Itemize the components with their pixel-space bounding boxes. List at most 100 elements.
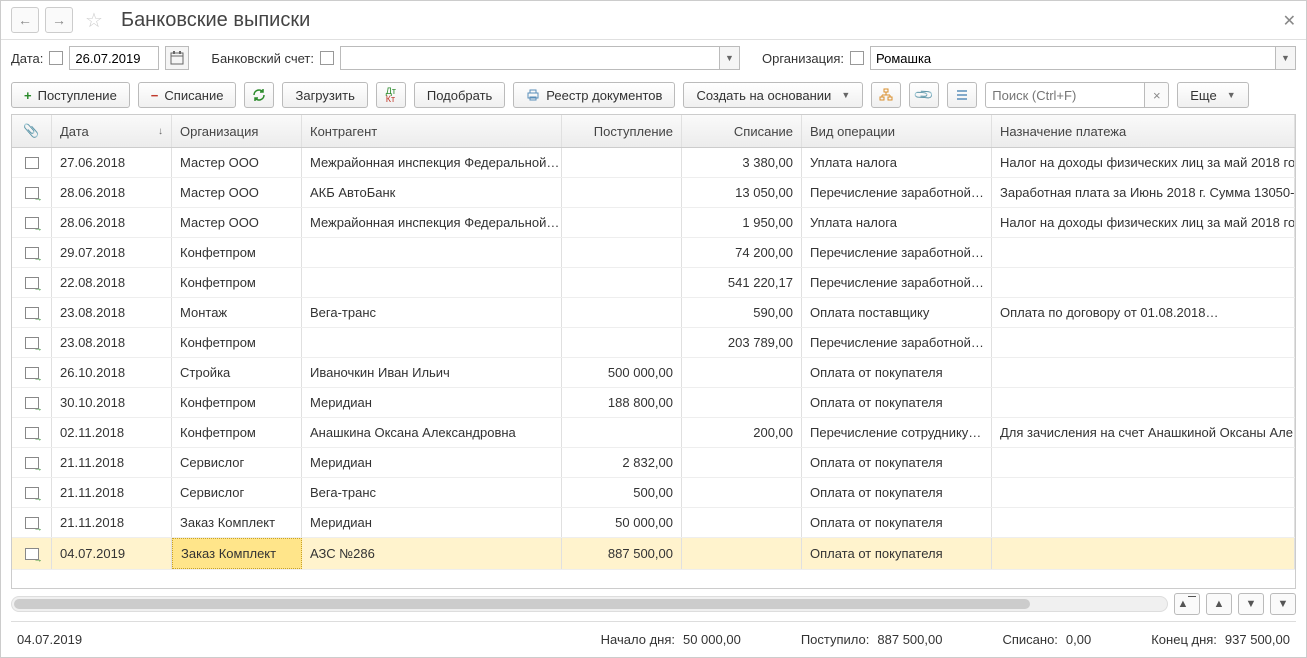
- cell-org: Стройка: [172, 358, 302, 387]
- more-button[interactable]: Еще▼: [1177, 82, 1248, 108]
- table-row[interactable]: 23.08.2018МонтажВега-транс590,00Оплата п…: [12, 298, 1295, 328]
- cell-operation: Перечисление заработной…: [802, 268, 992, 297]
- nav-back-button[interactable]: ←: [11, 7, 39, 33]
- column-attachment[interactable]: 📎: [12, 115, 52, 147]
- cell-date: 30.10.2018: [52, 388, 172, 417]
- cell-agent: Меридиан: [302, 388, 562, 417]
- load-button[interactable]: Загрузить: [282, 82, 367, 108]
- cell-description: [992, 388, 1295, 417]
- cell-incoming: [562, 178, 682, 207]
- org-filter-label: Организация:: [762, 51, 844, 66]
- table-row[interactable]: 29.07.2018Конфетпром74 200,00Перечислени…: [12, 238, 1295, 268]
- cell-operation: Уплата налога: [802, 208, 992, 237]
- status-out-value: 0,00: [1066, 632, 1091, 647]
- scroll-up-icon[interactable]: ▲: [1206, 593, 1232, 615]
- cell-org: Заказ Комплект: [172, 508, 302, 537]
- cell-date: 02.11.2018: [52, 418, 172, 447]
- structure-icon[interactable]: [871, 82, 901, 108]
- cell-date: 23.08.2018: [52, 328, 172, 357]
- cell-agent: [302, 268, 562, 297]
- pick-button[interactable]: Подобрать: [414, 82, 505, 108]
- incoming-button[interactable]: +Поступление: [11, 82, 130, 108]
- org-filter-checkbox[interactable]: [850, 51, 864, 65]
- scroll-top-icon[interactable]: ▲: [1174, 593, 1200, 615]
- column-operation[interactable]: Вид операции: [802, 115, 992, 147]
- table-row[interactable]: 28.06.2018Мастер ОООАКБ АвтоБанк13 050,0…: [12, 178, 1295, 208]
- paperclip-icon: 📎: [23, 123, 39, 139]
- cell-org: Конфетпром: [172, 388, 302, 417]
- cell-outgoing: 3 380,00: [682, 148, 802, 177]
- column-org[interactable]: Организация: [172, 115, 302, 147]
- favorite-star-icon[interactable]: ☆: [85, 8, 103, 33]
- table-row[interactable]: 27.06.2018Мастер ОООМежрайонная инспекци…: [12, 148, 1295, 178]
- nav-forward-button[interactable]: →: [45, 7, 73, 33]
- column-date[interactable]: Дата↓: [52, 115, 172, 147]
- table-row[interactable]: 21.11.2018Заказ КомплектМеридиан50 000,0…: [12, 508, 1295, 538]
- column-description[interactable]: Назначение платежа: [992, 115, 1295, 147]
- cell-description: [992, 358, 1295, 387]
- status-out-label: Списано:: [1002, 632, 1057, 647]
- table-row[interactable]: 22.08.2018Конфетпром541 220,17Перечислен…: [12, 268, 1295, 298]
- account-filter-checkbox[interactable]: [320, 51, 334, 65]
- table-row[interactable]: 21.11.2018СервислогВега-транс500,00Оплат…: [12, 478, 1295, 508]
- table-row[interactable]: 23.08.2018Конфетпром203 789,00Перечислен…: [12, 328, 1295, 358]
- cell-incoming: 2 832,00: [562, 448, 682, 477]
- calendar-icon[interactable]: [165, 46, 189, 70]
- cell-date: 21.11.2018: [52, 448, 172, 477]
- table-row[interactable]: 30.10.2018КонфетпромМеридиан188 800,00Оп…: [12, 388, 1295, 418]
- create-based-button[interactable]: Создать на основании▼: [683, 82, 863, 108]
- date-filter-checkbox[interactable]: [49, 51, 63, 65]
- table-row[interactable]: 21.11.2018СервислогМеридиан2 832,00Оплат…: [12, 448, 1295, 478]
- org-filter-input[interactable]: [870, 46, 1276, 70]
- cell-outgoing: [682, 478, 802, 507]
- org-dropdown-icon[interactable]: ▼: [1276, 46, 1296, 70]
- cell-agent: АКБ АвтоБанк: [302, 178, 562, 207]
- horizontal-scrollbar[interactable]: [11, 596, 1168, 612]
- scroll-down-icon[interactable]: ▼: [1238, 593, 1264, 615]
- row-type-icon: [12, 388, 52, 417]
- scroll-bottom-icon[interactable]: ▼: [1270, 593, 1296, 615]
- column-incoming[interactable]: Поступление: [562, 115, 682, 147]
- account-filter-input[interactable]: [340, 46, 720, 70]
- refresh-icon[interactable]: [244, 82, 274, 108]
- cell-org: Сервислог: [172, 478, 302, 507]
- cell-description: [992, 538, 1295, 569]
- row-type-icon: [12, 238, 52, 267]
- table-row[interactable]: 28.06.2018Мастер ОООМежрайонная инспекци…: [12, 208, 1295, 238]
- table-row[interactable]: 26.10.2018СтройкаИваночкин Иван Ильич500…: [12, 358, 1295, 388]
- cell-outgoing: [682, 448, 802, 477]
- data-grid[interactable]: 📎 Дата↓ Организация Контрагент Поступлен…: [11, 114, 1296, 589]
- cell-incoming: [562, 268, 682, 297]
- row-type-icon: [12, 508, 52, 537]
- cell-date: 27.06.2018: [52, 148, 172, 177]
- cell-description: [992, 238, 1295, 267]
- column-outgoing[interactable]: Списание: [682, 115, 802, 147]
- attachment-icon[interactable]: 📎: [909, 82, 939, 108]
- cell-agent: Меридиан: [302, 508, 562, 537]
- cell-incoming: 500 000,00: [562, 358, 682, 387]
- table-row[interactable]: 02.11.2018КонфетпромАнашкина Оксана Алек…: [12, 418, 1295, 448]
- search-input[interactable]: [985, 82, 1145, 108]
- registry-button[interactable]: Реестр документов: [513, 82, 675, 108]
- cell-date: 21.11.2018: [52, 508, 172, 537]
- cell-operation: Уплата налога: [802, 148, 992, 177]
- cell-date: 28.06.2018: [52, 208, 172, 237]
- cell-incoming: 50 000,00: [562, 508, 682, 537]
- cell-org: Мастер ООО: [172, 148, 302, 177]
- cell-description: Для зачисления на счет Анашкиной Оксаны …: [992, 418, 1295, 447]
- page-title: Банковские выписки: [121, 9, 310, 32]
- cell-agent: АЗС №286: [302, 538, 562, 569]
- close-icon[interactable]: ✕: [1283, 11, 1296, 31]
- date-filter-input[interactable]: [69, 46, 159, 70]
- cell-agent: Вега-транс: [302, 298, 562, 327]
- account-dropdown-icon[interactable]: ▼: [720, 46, 740, 70]
- outgoing-button[interactable]: −Списание: [138, 82, 237, 108]
- search-clear-icon[interactable]: ×: [1145, 82, 1169, 108]
- list-settings-icon[interactable]: [947, 82, 977, 108]
- table-row[interactable]: 04.07.2019Заказ КомплектАЗС №286887 500,…: [12, 538, 1295, 570]
- column-agent[interactable]: Контрагент: [302, 115, 562, 147]
- cell-description: Оплата по договору от 01.08.2018…: [992, 298, 1295, 327]
- dtkt-icon[interactable]: ДтКт: [376, 82, 406, 108]
- cell-operation: Оплата от покупателя: [802, 388, 992, 417]
- cell-operation: Перечисление сотруднику…: [802, 418, 992, 447]
